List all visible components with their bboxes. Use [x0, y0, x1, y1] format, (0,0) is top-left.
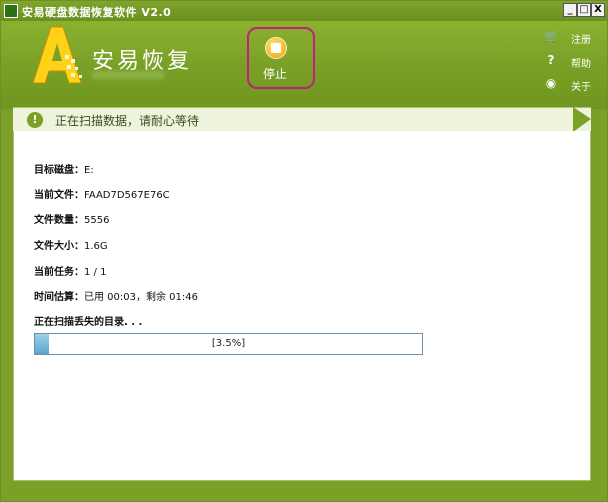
current-task-label: 当前任务 — [34, 267, 74, 278]
cart-icon[interactable]: 🛒 — [544, 29, 559, 43]
stop-label[interactable]: 停止 — [263, 65, 287, 82]
file-count-label: 文件数量 — [34, 215, 74, 226]
app-window: 安易硬盘数据恢复软件 V2.0 _ □ X 安易恢复 停止 🛒 注册 ? 帮助 … — [0, 0, 608, 502]
time-estimate-row: 时间估算：已用 00:03，剩余 01:46 — [34, 292, 198, 303]
current-file-row: 当前文件：FAAD7D567E76C — [34, 190, 170, 201]
status-banner: ! 正在扫描数据，请耐心等待 — [13, 107, 591, 133]
current-task-value: 1 / 1 — [84, 267, 107, 278]
progress-bar: [3.5%] — [34, 333, 423, 355]
file-count-value: 5556 — [84, 215, 110, 226]
scan-details-panel — [13, 131, 591, 481]
register-link[interactable]: 注册 — [571, 31, 591, 46]
window-title: 安易硬盘数据恢复软件 V2.0 — [22, 6, 172, 19]
target-disk-value: E: — [84, 165, 94, 176]
question-icon[interactable]: ? — [544, 53, 558, 67]
time-estimate-value: 已用 00:03，剩余 01:46 — [84, 292, 198, 303]
logo-a-icon — [32, 26, 82, 84]
title-bar: 安易硬盘数据恢复软件 V2.0 _ □ X — [1, 1, 607, 21]
app-icon — [4, 4, 18, 18]
time-estimate-label: 时间估算 — [34, 292, 74, 303]
minimize-button[interactable]: _ — [563, 3, 577, 17]
window-bottom-frame — [1, 481, 607, 501]
current-task-row: 当前任务：1 / 1 — [34, 267, 107, 278]
progress-label: [3.5%] — [211, 338, 246, 349]
brand-subtitle-blurred — [92, 71, 164, 79]
about-icon[interactable]: ◉ — [544, 76, 558, 90]
target-disk-label: 目标磁盘 — [34, 165, 74, 176]
about-link[interactable]: 关于 — [571, 78, 591, 93]
close-button[interactable]: X — [591, 3, 605, 17]
scan-status-text: 正在扫描丢失的目录. . . — [34, 317, 143, 328]
banner-arrow — [573, 107, 591, 132]
stop-icon — [271, 43, 281, 53]
file-size-value: 1.6G — [84, 241, 108, 252]
current-file-label: 当前文件 — [34, 190, 74, 201]
current-file-value: FAAD7D567E76C — [84, 190, 170, 201]
file-size-row: 文件大小：1.6G — [34, 241, 108, 252]
maximize-button[interactable]: □ — [577, 3, 591, 17]
file-count-row: 文件数量：5556 — [34, 215, 110, 226]
help-link[interactable]: 帮助 — [571, 55, 591, 70]
status-text: 正在扫描数据，请耐心等待 — [55, 114, 200, 128]
file-size-label: 文件大小 — [34, 241, 74, 252]
info-icon: ! — [27, 112, 43, 128]
target-disk-row: 目标磁盘：E: — [34, 165, 94, 176]
header-toolbar: 安易恢复 停止 🛒 注册 ? 帮助 ◉ 关于 — [1, 21, 607, 109]
